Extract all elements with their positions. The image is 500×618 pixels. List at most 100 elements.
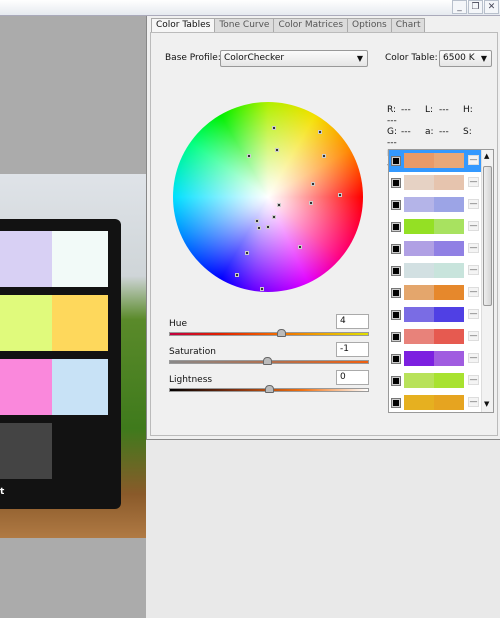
scroll-down-icon[interactable]: ▼ xyxy=(484,400,489,408)
remove-swatch-button[interactable]: — xyxy=(468,199,479,209)
color-table-select[interactable]: 6500 K ▼ xyxy=(439,50,492,67)
color-patch xyxy=(52,295,108,351)
remove-swatch-button[interactable]: — xyxy=(468,221,479,231)
close-button[interactable]: ✕ xyxy=(484,0,499,14)
swatch-before xyxy=(404,329,434,344)
wheel-control-point[interactable] xyxy=(338,193,342,197)
readout-row: G: --- a: --- S:--- xyxy=(387,127,497,149)
wheel-control-point[interactable] xyxy=(318,130,322,134)
scrollbar[interactable]: ▲ ▼ xyxy=(481,150,493,412)
swatch-before xyxy=(404,263,434,278)
chevron-down-icon: ▼ xyxy=(480,54,487,63)
lightness-input[interactable]: 0 xyxy=(336,370,369,385)
wheel-control-point[interactable] xyxy=(257,226,261,230)
swatch-after xyxy=(434,197,464,212)
saturation-slider-thumb[interactable] xyxy=(263,357,272,365)
wheel-control-point[interactable] xyxy=(255,219,259,223)
color-wheel[interactable] xyxy=(173,102,363,292)
wheel-control-point[interactable] xyxy=(245,251,249,255)
hue-label: Hue xyxy=(169,319,188,329)
lightness-slider-thumb[interactable] xyxy=(265,385,274,393)
remove-swatch-button[interactable]: — xyxy=(468,177,479,187)
wheel-control-point[interactable] xyxy=(272,126,276,130)
base-profile-label: Base Profile: xyxy=(165,53,221,63)
swatch-row[interactable]: — xyxy=(389,150,482,172)
wheel-control-point[interactable] xyxy=(311,182,315,186)
hue-slider-thumb[interactable] xyxy=(277,329,286,337)
swatch-after xyxy=(434,175,464,190)
swatch-checkbox[interactable] xyxy=(391,244,401,254)
tab-bar: Color Tables Tone Curve Color Matrices Opti… xyxy=(151,18,426,34)
wheel-control-point[interactable] xyxy=(247,154,251,158)
swatch-row[interactable]: — xyxy=(389,326,482,348)
restore-button[interactable]: ❐ xyxy=(468,0,483,14)
readout-label: S: xyxy=(463,127,472,137)
swatch-row[interactable]: — xyxy=(389,260,482,282)
readout-value: --- xyxy=(439,105,449,115)
color-swatch-list[interactable]: — — — — — — — — — — — — ▲ ▼ xyxy=(388,149,494,413)
wheel-control-point[interactable] xyxy=(260,287,264,291)
swatch-row[interactable]: — xyxy=(389,216,482,238)
wheel-control-point[interactable] xyxy=(272,215,276,219)
swatch-checkbox[interactable] xyxy=(391,310,401,320)
swatch-row[interactable]: — xyxy=(389,194,482,216)
readout-value: --- xyxy=(387,116,397,126)
tab-color-matrices[interactable]: Color Matrices xyxy=(273,18,349,32)
tab-options[interactable]: Options xyxy=(347,18,392,32)
swatch-checkbox[interactable] xyxy=(391,398,401,408)
readout-label: R: xyxy=(387,105,397,115)
remove-swatch-button[interactable]: — xyxy=(468,265,479,275)
remove-swatch-button[interactable]: — xyxy=(468,375,479,385)
wheel-control-point[interactable] xyxy=(298,245,302,249)
swatch-checkbox[interactable] xyxy=(391,354,401,364)
remove-swatch-button[interactable]: — xyxy=(468,353,479,363)
colorchecker-photo: t xyxy=(0,174,146,538)
hue-slider[interactable] xyxy=(169,332,369,336)
swatch-checkbox[interactable] xyxy=(391,222,401,232)
swatch-row[interactable]: — xyxy=(389,304,482,326)
wheel-control-point[interactable] xyxy=(309,201,313,205)
swatch-row[interactable]: — xyxy=(389,238,482,260)
swatch-row[interactable]: — xyxy=(389,392,482,412)
swatch-checkbox[interactable] xyxy=(391,178,401,188)
color-table-value: 6500 K xyxy=(443,53,475,63)
swatch-row[interactable]: — xyxy=(389,370,482,392)
saturation-input[interactable]: -1 xyxy=(336,342,369,357)
readout-row: R: --- L: --- H:--- xyxy=(387,105,497,127)
swatch-row[interactable]: — xyxy=(389,348,482,370)
swatch-checkbox[interactable] xyxy=(391,266,401,276)
swatch-after xyxy=(434,351,464,366)
tab-tone-curve[interactable]: Tone Curve xyxy=(214,18,275,32)
wheel-control-point[interactable] xyxy=(277,203,281,207)
remove-swatch-button[interactable]: — xyxy=(468,243,479,253)
remove-swatch-button[interactable]: — xyxy=(468,331,479,341)
swatch-after xyxy=(434,395,464,410)
scroll-up-icon[interactable]: ▲ xyxy=(484,152,489,160)
swatch-checkbox[interactable] xyxy=(391,288,401,298)
color-patch xyxy=(52,423,108,479)
wheel-control-point[interactable] xyxy=(266,225,270,229)
remove-swatch-button[interactable]: — xyxy=(468,397,479,407)
wheel-control-point[interactable] xyxy=(322,154,326,158)
base-profile-select[interactable]: ColorChecker ▼ xyxy=(220,50,368,67)
image-panel: t xyxy=(0,16,146,618)
readout-label: H: xyxy=(463,105,473,115)
tab-chart[interactable]: Chart xyxy=(390,18,426,32)
remove-swatch-button[interactable]: — xyxy=(468,287,479,297)
swatch-row[interactable]: — xyxy=(389,172,482,194)
title-bar: _ ❐ ✕ xyxy=(0,0,500,16)
wheel-control-point[interactable] xyxy=(235,273,239,277)
swatch-checkbox[interactable] xyxy=(391,376,401,386)
scrollbar-thumb[interactable] xyxy=(483,166,492,306)
swatch-row[interactable]: — xyxy=(389,282,482,304)
hue-input[interactable]: 4 xyxy=(336,314,369,329)
swatch-after xyxy=(434,307,464,322)
remove-swatch-button[interactable]: — xyxy=(468,155,479,165)
remove-swatch-button[interactable]: — xyxy=(468,309,479,319)
swatch-checkbox[interactable] xyxy=(391,200,401,210)
wheel-control-point[interactable] xyxy=(275,148,279,152)
card-label: t xyxy=(0,487,5,497)
swatch-checkbox[interactable] xyxy=(391,332,401,342)
minimize-button[interactable]: _ xyxy=(452,0,467,14)
swatch-checkbox[interactable] xyxy=(391,156,401,166)
